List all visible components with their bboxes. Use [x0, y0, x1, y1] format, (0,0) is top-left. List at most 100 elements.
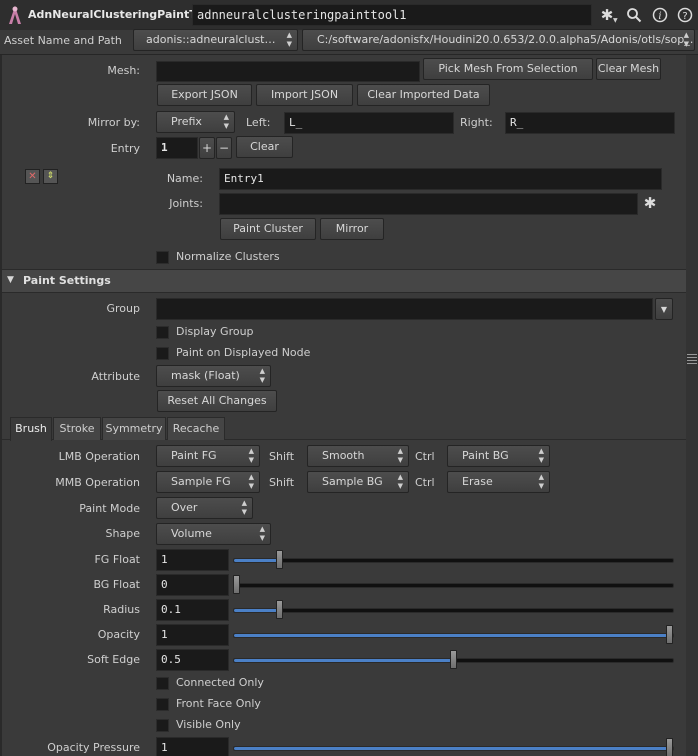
bg-float-handle[interactable]	[233, 575, 240, 594]
mmb-ctrl-label: Ctrl	[415, 476, 435, 489]
reset-all-changes-button[interactable]: Reset All Changes	[157, 390, 277, 412]
opacity-pressure-field[interactable]: 1	[156, 737, 229, 756]
search-icon[interactable]	[624, 5, 644, 25]
entry-label: Entry	[110, 142, 140, 155]
group-dropdown-button[interactable]: ▼	[655, 298, 673, 320]
paint-displayed-node-checkbox[interactable]	[156, 347, 169, 360]
asset-path-menu[interactable]: C:/software/adonisfx/Houdini20.0.653/2.0…	[302, 29, 695, 51]
svg-text:i: i	[658, 11, 661, 22]
radius-slider[interactable]	[233, 600, 674, 619]
clear-mesh-button[interactable]: Clear Mesh	[596, 58, 661, 80]
entry-remove-button[interactable]: −	[216, 137, 232, 159]
pick-mesh-button[interactable]: Pick Mesh From Selection	[423, 58, 593, 80]
entry-count-field[interactable]: 1	[156, 137, 198, 159]
svg-text:?: ?	[682, 11, 687, 22]
entry-name-label: Name:	[166, 172, 203, 185]
entry-joints-label: Joints:	[169, 197, 203, 210]
fg-float-slider[interactable]	[233, 550, 674, 569]
mirror-right-field[interactable]: R_	[505, 112, 675, 134]
joints-gear-icon[interactable]: ✱	[640, 193, 660, 213]
radius-handle[interactable]	[276, 600, 283, 619]
front-face-only-checkbox[interactable]	[156, 698, 169, 711]
group-field[interactable]	[156, 298, 653, 320]
opacity-slider[interactable]	[233, 625, 674, 644]
lmb-ctrl-value: Paint BG	[462, 449, 509, 462]
paint-cluster-button[interactable]: Paint Cluster	[220, 218, 316, 240]
lmb-shift-value: Smooth	[322, 449, 365, 462]
bg-float-field[interactable]: 0	[156, 574, 229, 596]
mesh-field[interactable]	[156, 61, 420, 82]
mmb-operation-menu[interactable]: Sample FG ▲ ▼	[156, 471, 260, 493]
entry-name-field[interactable]: Entry1	[219, 168, 662, 190]
mmb-shift-value: Sample BG	[322, 475, 383, 488]
display-group-checkbox[interactable]	[156, 326, 169, 339]
lmb-operation-value: Paint FG	[171, 449, 217, 462]
mmb-ctrl-menu[interactable]: Erase ▲ ▼	[447, 471, 550, 493]
attribute-value: mask (Float)	[171, 369, 240, 382]
radius-field[interactable]: 0.1	[156, 599, 229, 621]
fg-float-handle[interactable]	[276, 550, 283, 569]
import-json-button[interactable]: Import JSON	[256, 84, 353, 106]
entry-joints-field[interactable]	[219, 193, 638, 215]
updown-arrow-icon: ▲ ▼	[223, 113, 229, 130]
paint-mode-value: Over	[171, 501, 198, 514]
updown-arrow-icon: ▲ ▼	[538, 473, 544, 490]
tab-stroke[interactable]: Stroke	[53, 417, 101, 440]
shape-value: Volume	[171, 527, 212, 540]
soft-edge-handle[interactable]	[450, 650, 457, 669]
fg-float-field[interactable]: 1	[156, 549, 229, 571]
entry-add-button[interactable]: +	[199, 137, 215, 159]
opacity-field[interactable]: 1	[156, 624, 229, 646]
paint-settings-title: Paint Settings	[23, 274, 111, 287]
lmb-ctrl-menu[interactable]: Paint BG ▲ ▼	[447, 445, 550, 467]
mirror-left-field[interactable]: L_	[284, 112, 454, 134]
scrollbar-grip-icon[interactable]	[687, 354, 697, 366]
soft-edge-slider[interactable]	[233, 650, 674, 669]
info-icon[interactable]: i	[650, 5, 670, 25]
opacity-pressure-slider[interactable]	[233, 738, 674, 756]
attribute-menu[interactable]: mask (Float) ▲ ▼	[156, 365, 271, 387]
updown-arrow-icon: ▲ ▼	[397, 447, 403, 464]
mmb-operation-value: Sample FG	[171, 475, 231, 488]
visible-only-label: Visible Only	[176, 718, 241, 731]
bg-float-slider[interactable]	[233, 575, 674, 594]
opacity-pressure-handle[interactable]	[666, 738, 673, 756]
normalize-clusters-label: Normalize Clusters	[176, 250, 280, 263]
mmb-shift-menu[interactable]: Sample BG ▲ ▼	[307, 471, 409, 493]
mirror-mode-menu[interactable]: Prefix ▲ ▼	[156, 111, 235, 133]
paint-displayed-node-label: Paint on Displayed Node	[176, 346, 311, 359]
updown-arrow-icon: ▲ ▼	[241, 499, 247, 516]
shape-menu[interactable]: Volume ▲ ▼	[156, 523, 271, 545]
updown-arrow-icon: ▲ ▼	[538, 447, 544, 464]
node-name-field[interactable]: adnneuralclusteringpainttool1	[192, 4, 592, 26]
connected-only-checkbox[interactable]	[156, 677, 169, 690]
normalize-clusters-checkbox[interactable]	[156, 251, 169, 264]
group-label: Group	[106, 302, 141, 315]
mmb-ctrl-value: Erase	[462, 475, 493, 488]
asset-name-value: adonis::adneuralclust…	[146, 33, 276, 46]
tab-symmetry[interactable]: Symmetry	[102, 417, 166, 440]
help-icon[interactable]: ?	[675, 5, 695, 25]
tool-logo-icon	[6, 5, 24, 25]
tab-brush[interactable]: Brush	[10, 417, 52, 441]
insert-entry-icon[interactable]: ⇕	[43, 169, 58, 184]
opacity-handle[interactable]	[666, 625, 673, 644]
export-json-button[interactable]: Export JSON	[157, 84, 252, 106]
opacity-pressure-fill	[234, 747, 667, 750]
fg-float-fill	[234, 559, 277, 562]
scrollbar[interactable]	[686, 55, 698, 756]
paint-mode-menu[interactable]: Over ▲ ▼	[156, 497, 253, 519]
mirror-cluster-button[interactable]: Mirror	[320, 218, 384, 240]
clear-imported-data-button[interactable]: Clear Imported Data	[357, 84, 490, 106]
lmb-operation-menu[interactable]: Paint FG ▲ ▼	[156, 445, 260, 467]
entry-clear-button[interactable]: Clear	[236, 136, 293, 158]
remove-entry-icon[interactable]: ✕	[25, 169, 40, 184]
asset-path-value: C:/software/adonisfx/Houdini20.0.653/2.0…	[317, 33, 695, 46]
soft-edge-field[interactable]: 0.5	[156, 649, 229, 671]
lmb-shift-menu[interactable]: Smooth ▲ ▼	[307, 445, 409, 467]
asset-name-menu[interactable]: adonis::adneuralclust… ▲ ▼	[133, 29, 298, 51]
tab-recache[interactable]: Recache	[167, 417, 225, 440]
collapse-arrow-icon[interactable]: ▼	[7, 275, 14, 285]
updown-arrow-icon: ▲ ▼	[683, 31, 689, 48]
visible-only-checkbox[interactable]	[156, 719, 169, 732]
